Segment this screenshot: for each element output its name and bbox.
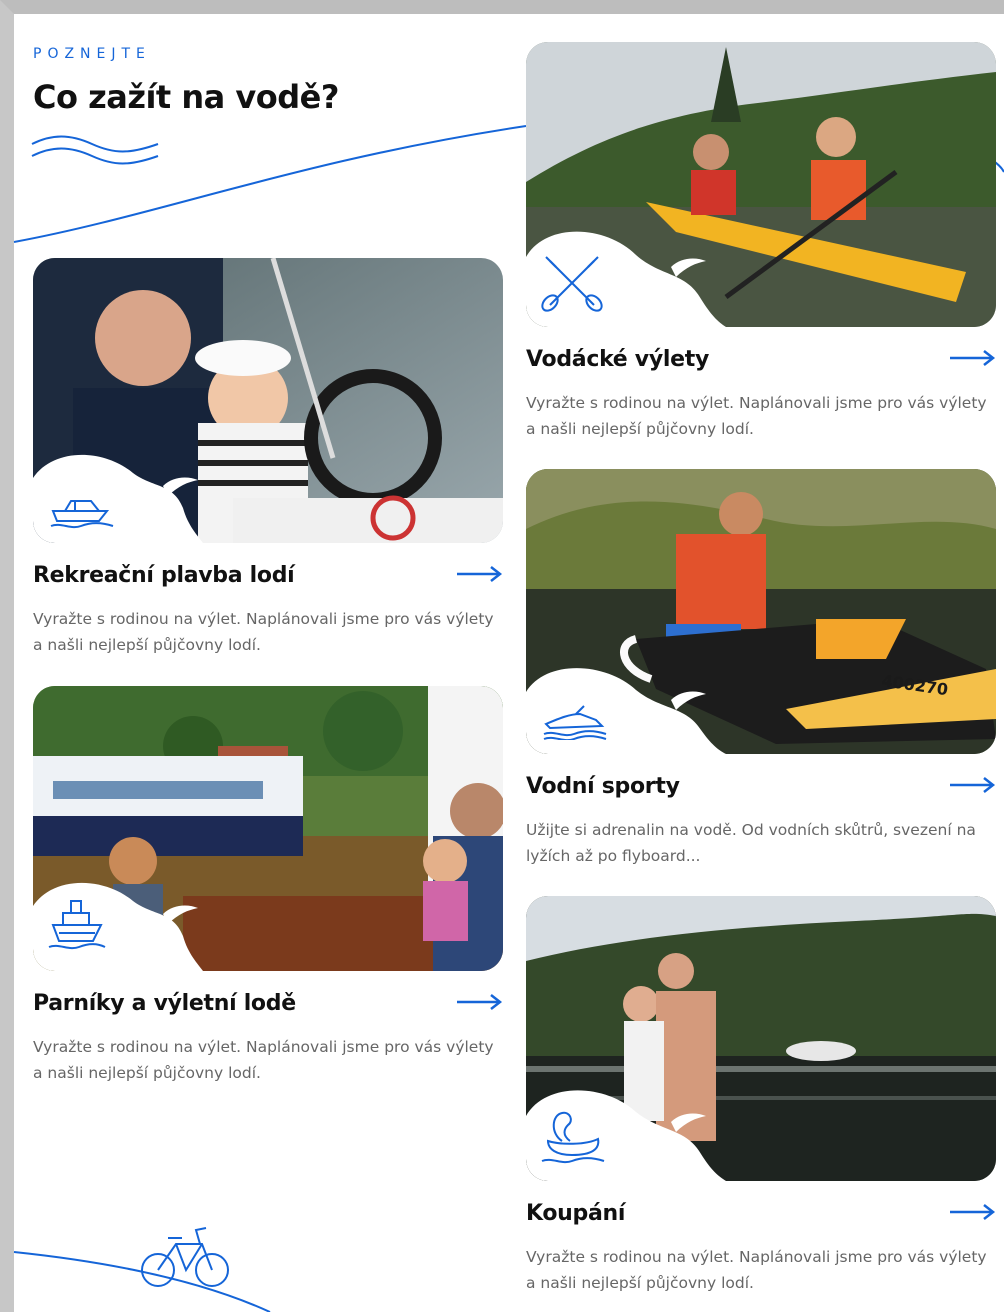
card-description: Užijte si adrenalin na vodě. Od vodních …	[526, 821, 976, 865]
card-description: Vyražte s rodinou na výlet. Naplánovali …	[526, 394, 987, 438]
waves-decoration-icon	[31, 135, 159, 165]
card-title[interactable]: Koupání	[526, 1201, 625, 1226]
card-title[interactable]: Vodní sporty	[526, 774, 680, 799]
arrow-right-icon[interactable]	[948, 775, 996, 795]
arrow-right-icon[interactable]	[948, 1202, 996, 1222]
crossed-paddles-icon	[541, 256, 603, 312]
bicycle-icon	[141, 1227, 229, 1287]
steamship-icon	[48, 900, 106, 950]
card-canoeing-trips[interactable]: Vodácké výlety Vyražte s rodinou na výle…	[526, 42, 996, 438]
card-photo	[526, 896, 996, 1181]
card-description: Vyražte s rodinou na výlet. Naplánovali …	[33, 1038, 494, 1082]
jetski-icon	[543, 705, 607, 740]
card-title[interactable]: Parníky a výletní lodě	[33, 991, 296, 1016]
arrow-right-icon[interactable]	[948, 348, 996, 368]
card-water-sports[interactable]: 400270 Vodní sporty Užijte si adrenalin …	[526, 469, 996, 865]
card-photo	[33, 258, 503, 543]
card-photo	[33, 686, 503, 971]
motorboat-icon	[50, 500, 114, 529]
card-steamships[interactable]: Parníky a výletní lodě Vyražte s rodinou…	[33, 686, 503, 1082]
card-photo: 400270	[526, 469, 996, 754]
card-recreational-boating[interactable]: Rekreační plavba lodí Vyražte s rodinou …	[33, 258, 503, 654]
card-photo	[526, 42, 996, 327]
arrow-right-icon[interactable]	[455, 564, 503, 584]
card-description: Vyražte s rodinou na výlet. Naplánovali …	[33, 610, 494, 654]
arrow-right-icon[interactable]	[455, 992, 503, 1012]
card-description: Vyražte s rodinou na výlet. Naplánovali …	[526, 1248, 987, 1292]
swan-float-icon	[541, 1111, 605, 1164]
card-title[interactable]: Vodácké výlety	[526, 347, 709, 372]
card-swimming[interactable]: Koupání Vyražte s rodinou na výlet. Napl…	[526, 896, 996, 1292]
section-eyebrow: POZNEJTE	[33, 46, 151, 62]
card-title[interactable]: Rekreační plavba lodí	[33, 563, 295, 588]
section-title: Co zažít na vodě?	[33, 78, 339, 116]
